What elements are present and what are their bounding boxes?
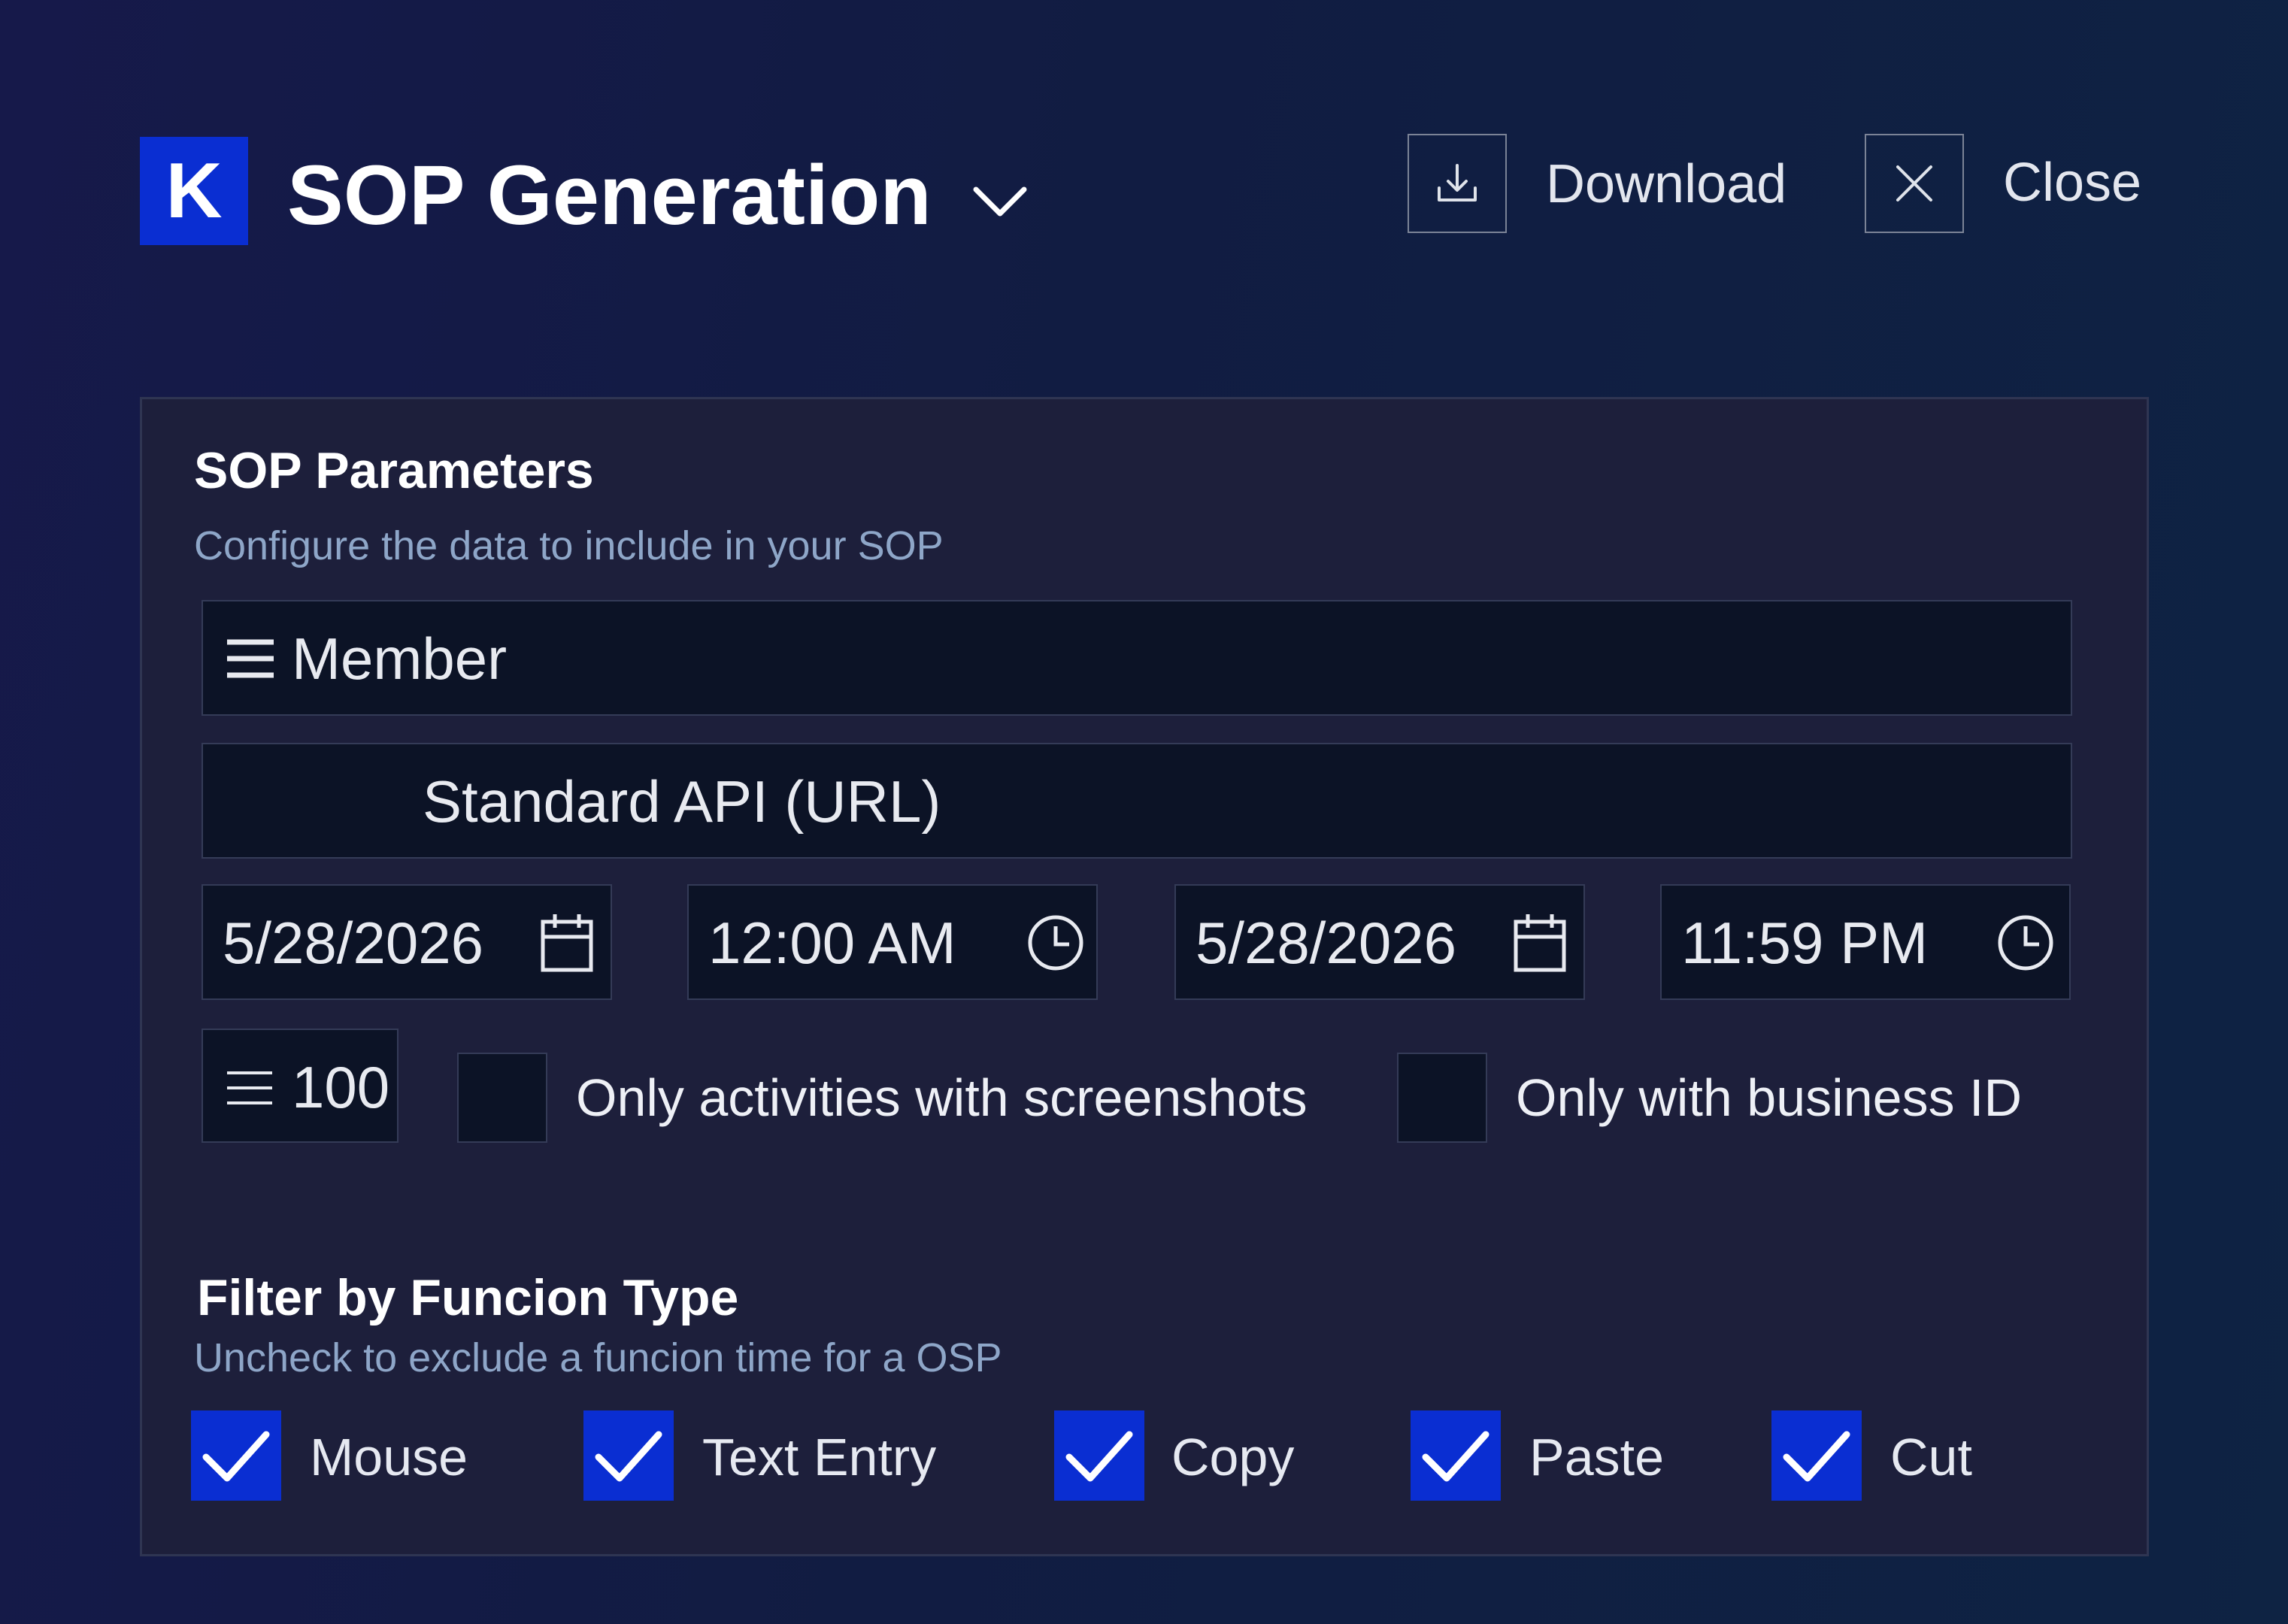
download-label[interactable]: Download [1546, 150, 1786, 218]
mouse-label[interactable]: Mouse [310, 1419, 468, 1495]
close-icon [1893, 162, 1935, 205]
filter-subtitle: Uncheck to exclude a funcion time for a … [194, 1335, 1002, 1380]
checkmark-icon [1062, 1426, 1137, 1486]
member-select[interactable]: Member [202, 600, 2072, 716]
filter-title: Filter by Funcion Type [197, 1269, 739, 1326]
app-title[interactable]: SOP Generation [287, 143, 932, 248]
checkmark-icon [591, 1426, 666, 1486]
end-date-field[interactable]: 5/28/2026 [1174, 884, 1585, 1000]
mouse-checkbox[interactable] [191, 1410, 281, 1501]
text-entry-label[interactable]: Text Entry [702, 1419, 936, 1495]
limit-select-value: 100 [292, 1054, 390, 1120]
source-select-value: Standard API (URL) [423, 768, 941, 835]
download-button[interactable] [1408, 134, 1507, 233]
screenshots-only-label[interactable]: Only activities with screenshots [576, 1060, 1308, 1135]
end-time-field[interactable]: 11:59 PM [1660, 884, 2071, 1000]
panel-title: SOP Parameters [194, 442, 594, 499]
menu-icon [226, 1071, 274, 1105]
calendar-icon[interactable] [1513, 913, 1567, 973]
paste-label[interactable]: Paste [1529, 1419, 1664, 1495]
menu-icon [226, 639, 275, 678]
app-logo: K [140, 137, 248, 245]
close-button[interactable] [1865, 134, 1964, 233]
copy-label[interactable]: Copy [1171, 1419, 1294, 1495]
clock-icon[interactable] [1026, 913, 1086, 973]
text-entry-checkbox[interactable] [583, 1410, 674, 1501]
close-label[interactable]: Close [2003, 149, 2141, 217]
start-date-value: 5/28/2026 [223, 910, 484, 976]
end-time-value: 11:59 PM [1681, 910, 1929, 976]
panel-subtitle: Configure the data to include in your SO… [194, 523, 944, 568]
checkmark-icon [198, 1426, 274, 1486]
copy-checkbox[interactable] [1054, 1410, 1144, 1501]
checkmark-icon [1779, 1426, 1854, 1486]
paste-checkbox[interactable] [1411, 1410, 1501, 1501]
end-date-value: 5/28/2026 [1196, 910, 1457, 976]
logo-letter: K [165, 147, 223, 235]
member-select-value: Member [292, 626, 508, 692]
start-time-field[interactable]: 12:00 AM [687, 884, 1098, 1000]
limit-select[interactable]: 100 [202, 1029, 399, 1143]
cut-label[interactable]: Cut [1890, 1419, 1972, 1495]
clock-icon[interactable] [1996, 913, 2056, 973]
business-id-checkbox[interactable] [1397, 1053, 1487, 1143]
screenshots-only-checkbox[interactable] [457, 1053, 547, 1143]
calendar-icon[interactable] [540, 913, 594, 973]
checkmark-icon [1418, 1426, 1493, 1486]
start-time-value: 12:00 AM [708, 910, 956, 976]
business-id-label[interactable]: Only with business ID [1516, 1060, 2022, 1135]
cut-checkbox[interactable] [1771, 1410, 1862, 1501]
chevron-down-icon[interactable] [970, 174, 1030, 227]
source-select[interactable]: Standard API (URL) [202, 743, 2072, 859]
download-icon [1433, 159, 1481, 208]
start-date-field[interactable]: 5/28/2026 [202, 884, 612, 1000]
